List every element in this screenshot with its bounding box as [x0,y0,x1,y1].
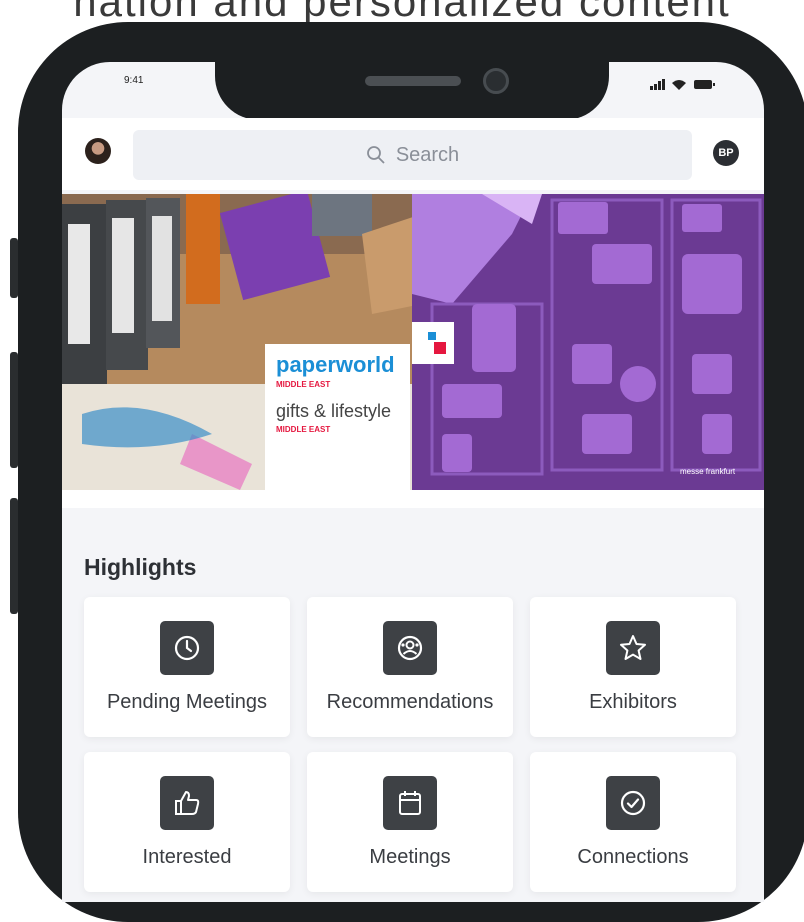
front-camera [483,68,509,94]
wifi-icon [672,80,686,90]
calendar-icon [383,776,437,830]
recommendations-icon [383,621,437,675]
highlight-tile-interested[interactable]: Interested [84,752,290,892]
section-separator [62,490,764,508]
highlight-tile-meetings[interactable]: Meetings [307,752,513,892]
user-avatar[interactable] [85,138,111,164]
highlight-tile-recommendations[interactable]: Recommendations [307,597,513,737]
highlights-title: Highlights [84,554,197,580]
status-time: 9:41 [124,75,144,86]
highlight-tile-connections[interactable]: Connections [530,752,736,892]
search-icon [366,146,385,164]
phone-notch [215,62,609,120]
highlight-tile-exhibitors[interactable]: Exhibitors [530,597,736,737]
tile-label: Meetings [369,846,451,868]
tile-label: Exhibitors [589,691,677,713]
speaker-grille [365,76,461,86]
brand-secondary-sub: MIDDLE EAST [276,425,330,434]
thumbs-up-icon [160,776,214,830]
profile-badge[interactable]: BP [713,140,739,166]
star-icon [606,621,660,675]
status-icons [650,79,715,90]
search-input[interactable]: Search [133,130,692,180]
banner-watermark: messe frankfurt [680,467,736,476]
clock-icon [160,621,214,675]
event-banner[interactable]: paperworld MIDDLE EAST gifts & lifestyle… [62,194,764,490]
volume-down-button [10,498,18,614]
brand-primary: paperworld [276,352,395,377]
battery-icon [694,80,712,89]
volume-up-button [10,352,18,468]
tile-label: Recommendations [326,691,494,713]
messe-logo [412,322,454,364]
tile-label: Interested [142,846,232,868]
brand-primary-sub: MIDDLE EAST [276,380,330,389]
tile-label: Pending Meetings [106,691,268,713]
check-circle-icon [606,776,660,830]
tile-label: Connections [577,846,689,868]
pen-holder [186,194,220,304]
mute-switch [10,238,18,298]
stapler [312,194,372,236]
search-placeholder: Search [395,143,460,166]
brand-secondary: gifts & lifestyle [276,401,391,421]
highlight-tile-pending-meetings[interactable]: Pending Meetings [84,597,290,737]
